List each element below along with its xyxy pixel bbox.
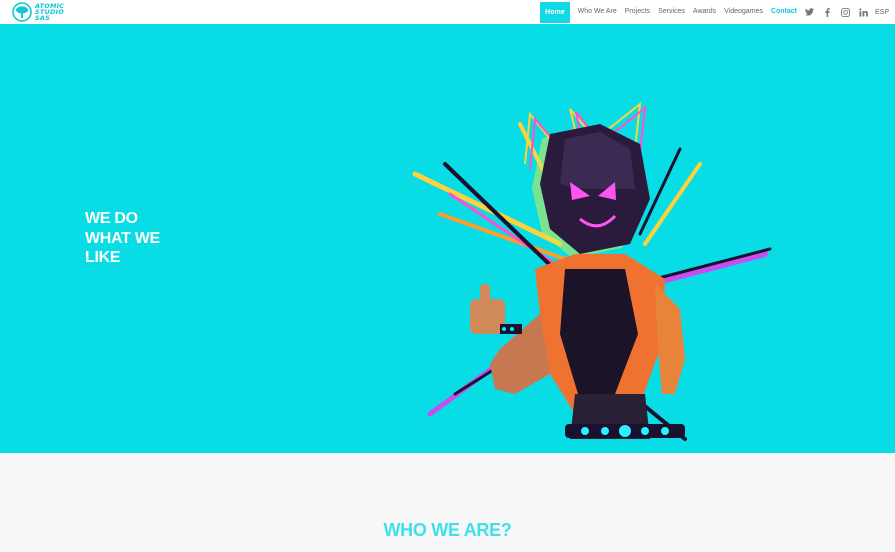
hero-headline: WE DO WHAT WE LIKE [85,209,160,268]
nav-services[interactable]: Services [654,0,689,24]
logo-wordmark: ATOMIC STUDIO SAS [35,2,64,23]
instagram-icon[interactable] [837,0,855,24]
who-we-are-title: WHO WE ARE? [383,520,512,540]
facebook-icon[interactable] [819,0,837,24]
nav-home[interactable]: Home [540,1,570,23]
nav-awards[interactable]: Awards [689,0,720,24]
nav-videogames[interactable]: Videogames [720,0,767,24]
linkedin-icon[interactable] [855,0,873,24]
hero-character-illustration [412,101,772,441]
language-switch[interactable]: ESP [873,9,895,16]
hero-headline-line-3: LIKE [85,249,121,266]
nav-projects[interactable]: Projects [621,0,654,24]
hero-banner: WE DO WHAT WE LIKE [0,24,895,453]
atomic-studio-logo[interactable]: ATOMIC STUDIO SAS [12,1,72,23]
masked-head [532,124,650,258]
logo-line-3: SAS [35,14,50,23]
tree-logo-icon [12,2,32,22]
hero-headline-line-1: WE DO [85,210,138,227]
nav-who-we-are[interactable]: Who We Are [574,0,621,24]
hero-headline-line-2: WHAT WE [85,229,160,247]
top-navigation-bar: ATOMIC STUDIO SAS Home Who We Are Projec… [0,0,895,24]
nav-contact[interactable]: Contact [767,0,801,24]
main-nav: Home Who We Are Projects Services Awards… [540,0,895,24]
twitter-icon[interactable] [801,0,819,24]
